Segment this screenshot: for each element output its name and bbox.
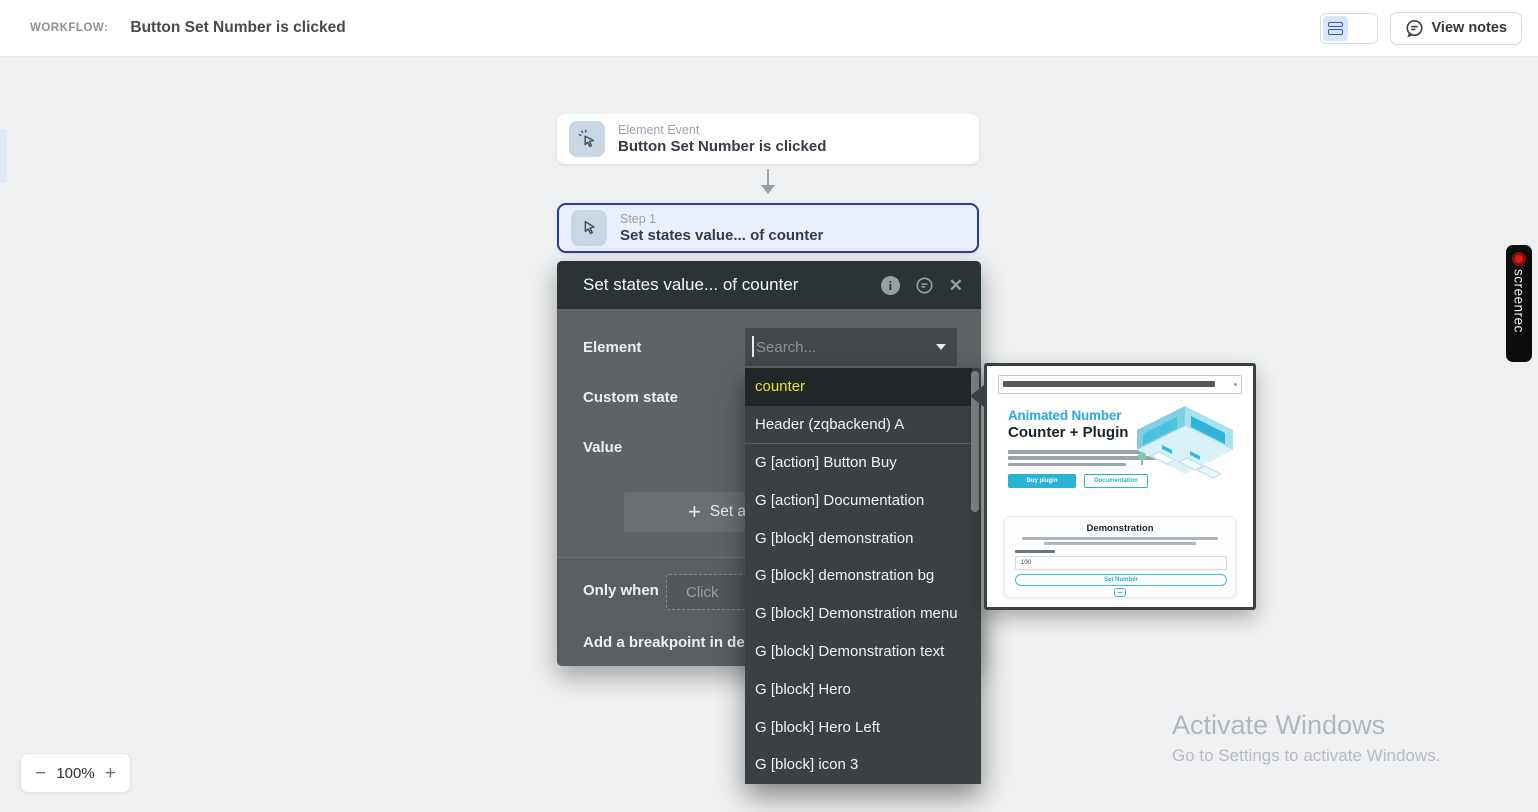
view-notes-label: View notes <box>1431 20 1507 36</box>
screenrec-label: screenrec <box>1511 269 1527 333</box>
workflow-editor: WORKFLOW: Button Set Number is clicked V… <box>0 0 1538 812</box>
dropdown-item[interactable]: Header (zqbackend) A <box>745 406 972 444</box>
dialog-header[interactable]: Set states value... of counter i ✕ <box>557 261 981 309</box>
dropdown-item[interactable]: G [block] Demonstration text <box>745 633 972 671</box>
zoom-control: − 100% + <box>20 753 131 793</box>
tooltip-arrow-icon <box>970 385 984 407</box>
value-field-label: Value <box>583 439 623 456</box>
step-node-selected[interactable]: Step 1 Set states value... of counter <box>557 203 979 253</box>
hero-illustration <box>1137 406 1233 479</box>
dropdown-item-label: Header (zqbackend) A <box>755 415 905 433</box>
record-dot-icon <box>1512 252 1526 266</box>
preview-navbar <box>998 375 1242 394</box>
dropdown-item-label: G [block] Demonstration text <box>755 642 945 660</box>
only-when-label: Only when <box>583 582 659 599</box>
step-node-title: Set states value... of counter <box>620 227 824 244</box>
preview-demo-title: Demonstration <box>1086 523 1154 534</box>
preview-demo-field-label <box>1015 550 1055 553</box>
plus-icon: + <box>688 499 701 524</box>
chevron-down-icon <box>936 344 946 350</box>
element-preview-tooltip: Animated Number Counter + Plugin Buy plu… <box>970 363 1256 610</box>
flow-arrow-head-icon <box>761 185 775 194</box>
dropdown-item[interactable]: G [block] demonstration bg <box>745 557 972 595</box>
list-view-toggle[interactable] <box>1350 16 1375 41</box>
dropdown-item[interactable]: G [block] Hero <box>745 670 972 708</box>
preview-buy-button: Buy plugin <box>1008 474 1076 488</box>
dropdown-item-label: G [block] Hero <box>755 680 851 698</box>
zoom-out-button[interactable]: − <box>35 764 46 783</box>
cursor-action-icon <box>571 210 607 246</box>
top-bar: WORKFLOW: Button Set Number is clicked V… <box>0 0 1538 57</box>
preview-demo-card: Demonstration 100 Set Number <box>1004 516 1236 598</box>
workflow-label: WORKFLOW: <box>30 22 109 34</box>
zoom-level: 100% <box>56 764 95 782</box>
dropdown-item[interactable]: G [action] Button Buy <box>745 444 972 482</box>
add-breakpoint-label[interactable]: Add a breakpoint in deb <box>583 634 754 651</box>
view-notes-button[interactable]: View notes <box>1389 11 1522 45</box>
element-event-icon <box>569 121 605 157</box>
dropdown-item-label: G [action] Documentation <box>755 491 925 509</box>
element-dropdown-list: counter Header (zqbackend) A G [action] … <box>745 368 981 784</box>
dropdown-item-label: G [block] demonstration bg <box>755 567 935 585</box>
dropdown-item[interactable]: G [block] Demonstration menu <box>745 595 972 633</box>
preview-hero-title-2: Counter + Plugin <box>1008 424 1129 441</box>
dropdown-item-label: G [block] Demonstration menu <box>755 605 958 623</box>
canvas-edge-element <box>0 129 7 183</box>
only-when-condition-value: Click <box>686 583 719 601</box>
dropdown-item-label: G [action] Button Buy <box>755 453 897 471</box>
close-icon[interactable]: ✕ <box>949 277 963 294</box>
preview-hero-title-1: Animated Number <box>1008 408 1122 423</box>
view-toggle-group <box>1319 12 1378 44</box>
event-node-title: Button Set Number is clicked <box>618 138 827 155</box>
element-field-label: Element <box>583 339 642 356</box>
screenrec-badge[interactable]: screenrec <box>1506 245 1532 362</box>
event-node[interactable]: Element Event Button Set Number is click… <box>557 114 979 164</box>
info-icon[interactable]: i <box>880 275 900 295</box>
dropdown-item[interactable]: G [block] Hero Left <box>745 708 972 746</box>
element-select[interactable] <box>745 328 957 366</box>
set-another-state-label: Set a <box>709 503 747 520</box>
dropdown-item[interactable]: G [block] icon 3 <box>745 746 972 784</box>
step-node-kind: Step 1 <box>620 212 657 226</box>
notes-bubble-icon <box>1405 19 1424 38</box>
workflow-title: Button Set Number is clicked <box>130 19 346 36</box>
dropdown-item-label: G [block] demonstration <box>755 529 914 547</box>
zoom-in-button[interactable]: + <box>105 764 116 783</box>
dropdown-item-label: counter <box>755 378 806 396</box>
event-node-kind: Element Event <box>618 123 700 137</box>
preview-demo-input: 100 <box>1015 556 1227 570</box>
dropdown-item[interactable]: counter <box>745 368 972 406</box>
preview-set-number-button: Set Number <box>1015 574 1227 586</box>
comment-icon[interactable] <box>915 276 934 295</box>
preview-emoji-icon <box>1114 588 1126 597</box>
card-view-toggle[interactable] <box>1322 15 1348 41</box>
flow-arrow <box>767 169 769 186</box>
dropdown-item-label: G [block] icon 3 <box>755 756 859 774</box>
dropdown-item[interactable]: G [block] demonstration <box>745 519 972 557</box>
dialog-title: Set states value... of counter <box>583 275 799 294</box>
dropdown-item-label: G [block] Hero Left <box>755 718 881 736</box>
windows-watermark: Activate Windows Go to Settings to activ… <box>1172 710 1441 765</box>
custom-state-field-label: Custom state <box>583 389 679 406</box>
dropdown-item[interactable]: G [action] Documentation <box>745 481 972 519</box>
element-search-input[interactable] <box>745 328 957 366</box>
card-view-icon <box>1327 21 1343 27</box>
